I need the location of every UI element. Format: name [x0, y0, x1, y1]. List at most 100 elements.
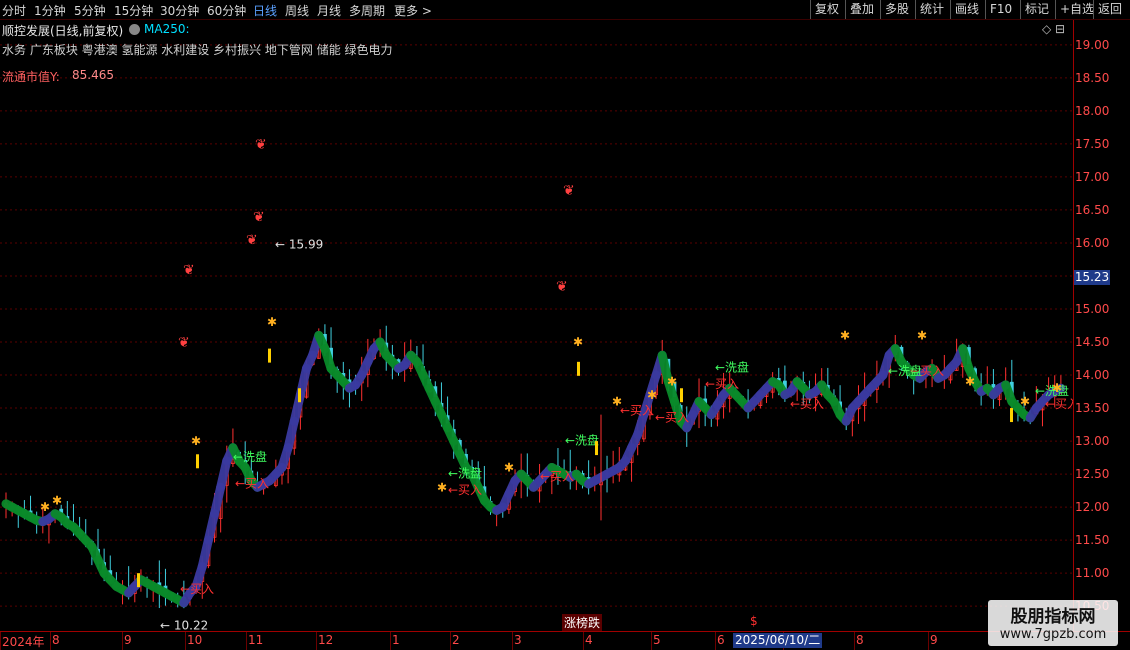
date-separator	[316, 632, 317, 650]
date-label: 10	[187, 633, 203, 647]
date-label: 2024年	[2, 635, 45, 649]
yellow-signal-bar	[268, 348, 271, 363]
date-separator	[928, 632, 929, 650]
date-label: 11	[248, 633, 264, 647]
ma250-label: MA250:	[144, 22, 190, 36]
date-separator	[583, 632, 584, 650]
person-icon: ✱	[917, 328, 927, 342]
low-price-label: ← 10.22	[160, 619, 208, 631]
buy-signal-label: ←买入	[540, 470, 574, 484]
person-icon: ✱	[573, 335, 583, 349]
buy-signal-label: ←买入	[448, 483, 482, 497]
draw-line-button[interactable]: 画线	[950, 0, 979, 19]
period-weekly[interactable]: 周线	[285, 2, 309, 19]
price-tick: 13.00	[1075, 434, 1110, 449]
fuquan-button[interactable]: 复权	[810, 0, 839, 19]
price-tick: 18.00	[1075, 103, 1110, 118]
f10-button[interactable]: F10	[985, 0, 1012, 19]
watermark-url: www.7gpzb.com	[999, 627, 1107, 642]
buy-signal-label: ←买入	[180, 582, 214, 596]
watermark: 股朋指标网 www.7gpzb.com	[988, 600, 1118, 646]
dollar-marker[interactable]: $	[750, 614, 758, 628]
buy-signal-label: ←买入	[705, 377, 739, 391]
person-icon: ✱	[647, 388, 657, 402]
mark-button[interactable]: 标记	[1020, 0, 1049, 19]
date-label: 2	[452, 633, 460, 647]
price-tick: 17.50	[1075, 136, 1110, 151]
wash-signal-label: ←洗盘	[715, 360, 749, 375]
price-tick: 12.50	[1075, 467, 1110, 482]
period-60min[interactable]: 60分钟	[207, 2, 246, 19]
period-monthly[interactable]: 月线	[317, 2, 341, 19]
date-label: 1	[392, 633, 400, 647]
butterfly-icon: ❦	[253, 210, 265, 226]
period-fenshi[interactable]: 分时	[2, 2, 26, 19]
date-label: 9	[124, 633, 132, 647]
watermark-title: 股朋指标网	[1010, 607, 1096, 627]
add-favorite-button[interactable]: +自选	[1055, 0, 1094, 19]
period-daily[interactable]: 日线	[253, 2, 277, 19]
date-label: 5	[653, 633, 661, 647]
person-icon: ✱	[267, 315, 277, 329]
diamond-icon[interactable]: ◇ ⊟	[1042, 22, 1065, 36]
period-multi[interactable]: 多周期	[349, 2, 385, 19]
price-tick: 11.00	[1075, 566, 1110, 581]
period-30min[interactable]: 30分钟	[160, 2, 199, 19]
date-separator	[450, 632, 451, 650]
price-tick: 19.00	[1075, 37, 1110, 52]
buy-signal-label: ←买入	[620, 404, 654, 418]
period-15min[interactable]: 15分钟	[114, 2, 153, 19]
kline-chart[interactable]: ← 15.99← 10.22←买入←买入 ←买入←买入←买入 ←买入←买入←买入←买…	[0, 20, 1073, 631]
wash-signal-label: ←洗盘	[565, 432, 599, 447]
yellow-signal-bar	[595, 441, 598, 456]
high-price-label: ← 15.99	[275, 238, 323, 252]
date-label: 9	[930, 633, 938, 647]
date-separator	[185, 632, 186, 650]
float-market-value: 85.465	[72, 68, 114, 82]
date-separator	[512, 632, 513, 650]
buy-signal-label: ←买入	[655, 410, 689, 424]
date-separator	[390, 632, 391, 650]
multi-stock-button[interactable]: 多股	[880, 0, 909, 19]
overlay-button[interactable]: 叠加	[845, 0, 874, 19]
butterfly-icon: ❦	[183, 262, 195, 278]
date-separator	[0, 632, 1, 650]
date-label: 12	[318, 633, 334, 647]
wash-signal-label: ←洗盘	[233, 449, 267, 464]
person-icon: ✱	[40, 500, 50, 514]
person-icon: ✱	[1052, 381, 1062, 395]
stock-title: 顺控发展(日线,前复权)	[2, 24, 124, 38]
float-market-value-label: 流通市值Y:	[2, 70, 60, 84]
price-tick: 13.50	[1075, 401, 1110, 416]
person-icon: ✱	[965, 375, 975, 389]
date-separator	[715, 632, 716, 650]
buy-signal-label: ←买入	[790, 397, 824, 411]
person-icon: ✱	[612, 394, 622, 408]
wash-signal-label: ←洗盘	[448, 465, 482, 480]
period-5min[interactable]: 5分钟	[74, 2, 106, 19]
person-icon: ✱	[1020, 394, 1030, 408]
back-button[interactable]: 返回	[1093, 0, 1122, 19]
price-tick: 16.50	[1075, 202, 1110, 217]
person-icon: ✱	[52, 494, 62, 508]
yellow-signal-bar	[577, 361, 580, 376]
price-tick: 15.00	[1075, 301, 1110, 316]
period-more[interactable]: 更多 >	[394, 2, 432, 19]
date-separator	[122, 632, 123, 650]
cursor-date-badge: 2025/06/10/二	[733, 633, 823, 648]
buy-signal-label: ←买入	[235, 476, 269, 490]
stats-button[interactable]: 统计	[915, 0, 944, 19]
chevron-down-icon[interactable]	[129, 24, 140, 35]
butterfly-icon: ❦	[255, 137, 267, 153]
concept-tags: 水务 广东板块 粤港澳 氢能源 水利建设 乡村振兴 地下管网 储能 绿色电力	[2, 43, 393, 57]
date-axis: 2024年891011121234567892025/06/10/二	[0, 631, 1130, 650]
toolbar: 分时 1分钟 5分钟 15分钟 30分钟 60分钟 日线 周线 月线 多周期 更…	[0, 0, 1130, 20]
person-icon: ✱	[667, 375, 677, 389]
person-icon: ✱	[504, 460, 514, 474]
date-separator	[854, 632, 855, 650]
date-label: 6	[717, 633, 725, 647]
period-1min[interactable]: 1分钟	[34, 2, 66, 19]
butterfly-icon: ❦	[556, 279, 568, 295]
limit-list-label[interactable]: 涨榜跌	[562, 614, 603, 631]
price-tick: 14.00	[1075, 368, 1110, 383]
